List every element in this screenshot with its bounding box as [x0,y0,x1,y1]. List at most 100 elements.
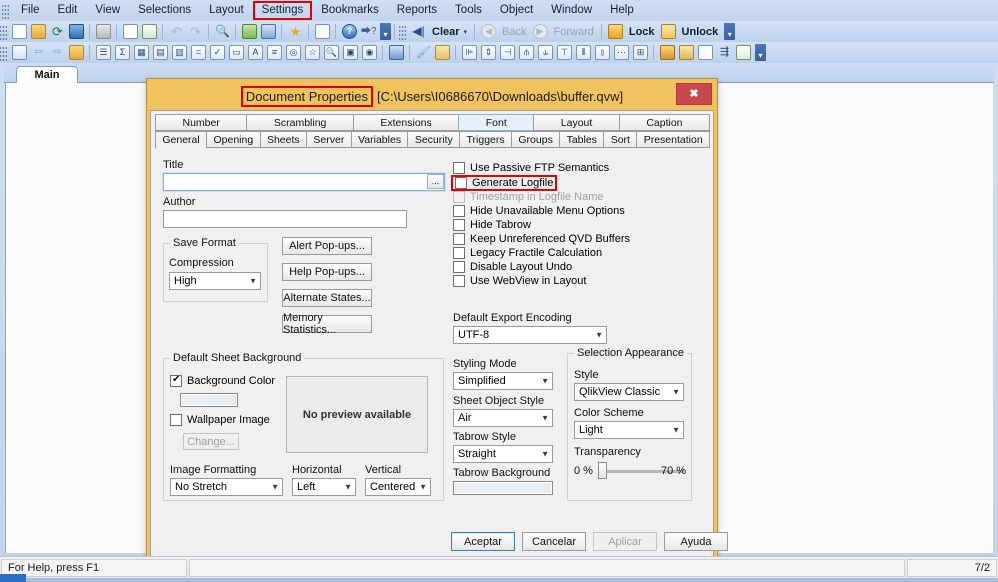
selection-style-select[interactable]: QlikView Classic ▼ [574,383,684,401]
bookmark-star-icon[interactable]: ★ [286,22,305,41]
lock-button-label[interactable]: Lock [625,26,659,38]
menu-view[interactable]: View [86,1,129,20]
edit-script-icon[interactable] [121,22,140,41]
lock-icon[interactable] [606,22,625,41]
transparency-slider-thumb[interactable] [598,462,607,479]
checkbox-hide-unavailable-menu-options[interactable]: Hide Unavailable Menu Options [453,205,625,217]
new-sheet-icon[interactable] [10,43,29,62]
align-top-icon[interactable]: ⫛ [517,43,536,62]
save-icon[interactable] [67,22,86,41]
selections-toolbar-overflow[interactable]: ▾ [724,23,736,40]
current-selections-box-icon[interactable]: ✓ [208,43,227,62]
tab-caption[interactable]: Caption [618,114,711,131]
menu-reports[interactable]: Reports [388,1,446,20]
annotate-icon[interactable] [313,22,332,41]
tab-security[interactable]: Security [407,131,461,148]
text-object-icon[interactable]: A [246,43,265,62]
selections-toolbar-grip[interactable] [399,23,406,40]
accept-button[interactable]: Aceptar [451,532,515,551]
close-icon[interactable]: ✖ [676,83,712,105]
button-object-icon[interactable]: ▭ [227,43,246,62]
send-to-back-icon[interactable] [677,43,696,62]
design-toolbar-grip[interactable] [0,44,7,61]
checkbox-use-webview-in-layout[interactable]: Use WebView in Layout [453,275,586,287]
align-center-icon[interactable]: ⇕ [479,43,498,62]
custom-object-icon[interactable]: ◉ [360,43,379,62]
undo-icon[interactable]: ↶ [167,22,186,41]
color-scheme-select[interactable]: Light ▼ [574,421,684,439]
align-right-icon[interactable]: ⊣ [498,43,517,62]
unlock-icon[interactable] [659,22,678,41]
styling-mode-select[interactable]: Simplified ▼ [453,372,553,390]
statistics-box-icon[interactable]: Σ [113,43,132,62]
chart-object-icon[interactable]: ▥ [170,43,189,62]
vertical-select[interactable]: Centered ▼ [365,478,431,496]
design-toolbar-overflow[interactable]: ▾ [755,44,766,61]
new-document-icon[interactable] [10,22,29,41]
tab-sort[interactable]: Sort [603,131,638,148]
tab-tables[interactable]: Tables [559,131,605,148]
demote-sheet-icon[interactable]: ⇨ [48,43,67,62]
background-color-swatch[interactable] [180,393,238,407]
line-arrow-object-icon[interactable]: ≡ [265,43,284,62]
snap-to-grid-icon[interactable] [433,43,452,62]
search-icon[interactable]: 🔍 [213,22,232,41]
checkbox-generate-logfile[interactable]: Generate Logfile [451,175,558,191]
redo-icon[interactable]: ↷ [186,22,205,41]
tab-general[interactable]: General [155,131,208,149]
author-input[interactable] [163,210,407,228]
search-object-icon[interactable]: 🔍 [322,43,341,62]
help-button[interactable]: Ayuda [664,532,728,551]
clear-selections-icon[interactable]: ◀| [409,22,428,41]
cancel-button[interactable]: Cancelar [522,532,586,551]
title-browse-button[interactable]: ... [427,174,444,189]
print-icon[interactable] [94,22,113,41]
current-selections-icon[interactable] [240,22,259,41]
slider-calendar-icon[interactable]: ◎ [284,43,303,62]
format-painter-icon[interactable]: 🖌 [414,43,433,62]
tab-layout[interactable]: Layout [533,114,620,131]
export-encoding-select[interactable]: UTF-8 ▼ [453,326,607,344]
table-viewer-icon[interactable] [140,22,159,41]
menu-bookmarks[interactable]: Bookmarks [312,1,388,20]
list-box-icon[interactable]: ☰ [94,43,113,62]
sheet-properties-icon[interactable] [67,43,86,62]
clear-button-label[interactable]: Clear [428,26,464,38]
align-middle-icon[interactable]: ⫝ [536,43,555,62]
memory-statistics-button[interactable]: Memory Statistics... [282,312,372,336]
tab-triggers[interactable]: Triggers [459,131,513,148]
input-box-icon[interactable]: = [189,43,208,62]
standard-toolbar-overflow[interactable]: ▾ [380,23,391,40]
tabrow-style-select[interactable]: Straight ▼ [453,445,553,463]
menu-selections[interactable]: Selections [129,1,200,20]
tab-sheets[interactable]: Sheets [259,131,308,148]
container-object-icon[interactable]: ▣ [341,43,360,62]
space-evenly-icon[interactable]: ⋯ [612,43,631,62]
menu-file[interactable]: File [12,1,49,20]
standard-toolbar-grip[interactable] [0,23,7,40]
publish-icon[interactable] [734,43,753,62]
distribute-vertical-icon[interactable]: ⫾ [593,43,612,62]
align-bottom-icon[interactable]: ⊤ [555,43,574,62]
image-formatting-select[interactable]: No Stretch ▼ [170,478,283,496]
checkbox-legacy-fractile-calculation[interactable]: Legacy Fractile Calculation [453,247,602,259]
checkbox-hide-tabrow[interactable]: Hide Tabrow [453,219,531,231]
context-help-icon[interactable]: ⮕? [359,22,378,41]
promote-sheet-icon[interactable]: ⇦ [29,43,48,62]
reload-icon[interactable]: ⟳ [48,22,67,41]
tab-scrambling[interactable]: Scrambling [246,114,354,131]
horizontal-select[interactable]: Left ▼ [292,478,356,496]
tab-groups[interactable]: Groups [511,131,561,148]
edit-module-icon[interactable] [696,43,715,62]
checkbox-wallpaper-image[interactable]: Wallpaper Image [170,414,270,426]
align-left-icon[interactable]: ⊫ [460,43,479,62]
menu-grip-handle[interactable] [2,2,9,19]
checkbox-use-passive-ftp[interactable]: Use Passive FTP Semantics [453,162,609,174]
multi-box-icon[interactable]: ▦ [132,43,151,62]
bring-to-front-icon[interactable] [658,43,677,62]
title-input[interactable] [162,172,446,192]
tab-number[interactable]: Number [155,114,248,131]
menu-edit[interactable]: Edit [49,1,87,20]
sheet-object-style-select[interactable]: Air ▼ [453,409,553,427]
unlock-button-label[interactable]: Unlock [678,26,723,38]
